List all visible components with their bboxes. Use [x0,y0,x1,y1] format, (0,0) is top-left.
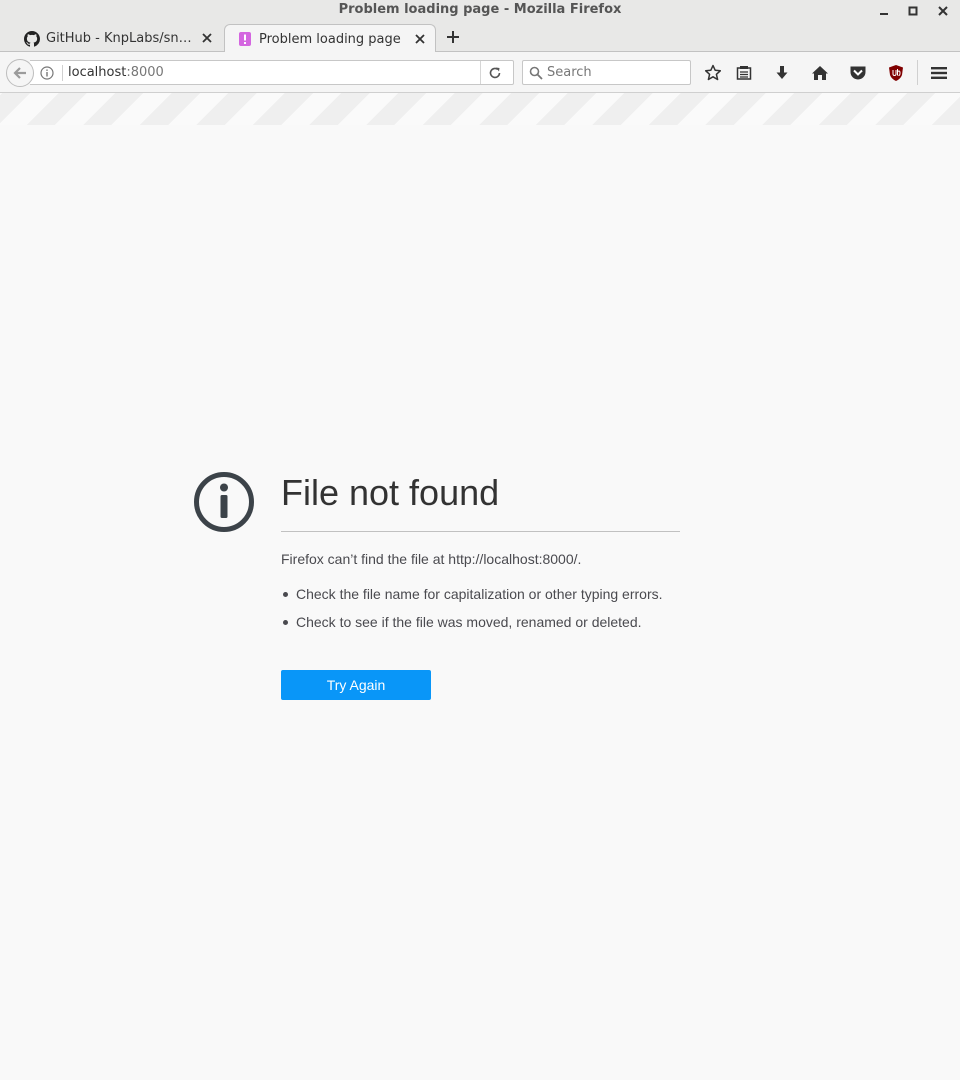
url-text[interactable]: localhost:8000 [68,65,164,80]
reload-icon [489,67,501,79]
close-icon [202,33,212,43]
error-title: File not found [281,472,500,513]
back-button[interactable] [6,59,34,87]
downloads-button[interactable] [771,62,793,84]
back-arrow-icon [13,67,26,79]
info-icon [194,472,254,532]
tab-close-button[interactable] [200,31,214,45]
suggestion-list: Check the file name for capitalization o… [281,586,663,642]
suggestion-item: Check to see if the file was moved, rena… [281,614,663,642]
minimize-icon [880,13,888,15]
ublock-origin-button[interactable] [885,62,907,84]
maximize-button[interactable] [903,2,923,20]
close-icon [938,6,948,16]
reading-list-button[interactable] [733,62,755,84]
plus-icon [447,31,459,43]
error-page-stripe-band [0,93,960,125]
search-bar[interactable] [522,60,691,85]
window-title: Problem loading page - Mozilla Firefox [338,2,622,17]
title-divider [281,531,680,532]
url-port: :8000 [126,65,164,80]
suggestion-item: Check the file name for capitalization o… [281,586,663,614]
warning-page-icon [237,31,253,47]
search-input[interactable] [547,63,687,82]
github-icon [24,30,40,47]
new-tab-button[interactable] [443,27,463,47]
pocket-icon [850,66,866,80]
home-icon [812,66,828,80]
close-window-button[interactable] [933,2,953,20]
suggestion-text: Check the file name for capitalization o… [296,586,663,602]
tab-label: GitHub - KnpLabs/snappy [46,31,196,46]
bullet-icon [283,592,288,597]
search-icon [528,65,544,81]
url-bar[interactable]: localhost:8000 [30,60,514,85]
tab-strip: GitHub - KnpLabs/snappy Problem loading … [0,22,960,53]
error-description: Firefox can’t find the file at http://lo… [281,551,582,567]
menu-icon [931,67,947,79]
toolbar-divider [917,60,918,85]
tab-label: Problem loading page [259,31,401,47]
minimize-button[interactable] [874,2,894,20]
url-host: localhost [68,65,127,80]
title-bar: Problem loading page - Mozilla Firefox [0,0,960,22]
bullet-icon [283,620,288,625]
reload-button[interactable] [486,64,504,82]
navigation-toolbar: localhost:8000 [0,52,960,93]
ublock-icon [889,65,903,81]
reading-list-icon [736,66,752,80]
close-icon [415,34,425,44]
home-button[interactable] [809,62,831,84]
info-icon[interactable] [39,65,55,81]
tab-github[interactable]: GitHub - KnpLabs/snappy [10,24,222,53]
try-again-button[interactable]: Try Again [281,670,431,700]
open-menu-button[interactable] [928,62,950,84]
reload-divider [480,61,481,84]
bookmark-star-button[interactable] [702,62,724,84]
url-divider [62,65,63,81]
suggestion-text: Check to see if the file was moved, rena… [296,614,642,630]
tab-problem-loading[interactable]: Problem loading page [224,24,436,53]
star-icon [704,64,722,81]
maximize-icon [908,6,918,16]
pocket-button[interactable] [847,62,869,84]
download-icon [776,66,788,79]
tab-close-button[interactable] [413,32,427,46]
